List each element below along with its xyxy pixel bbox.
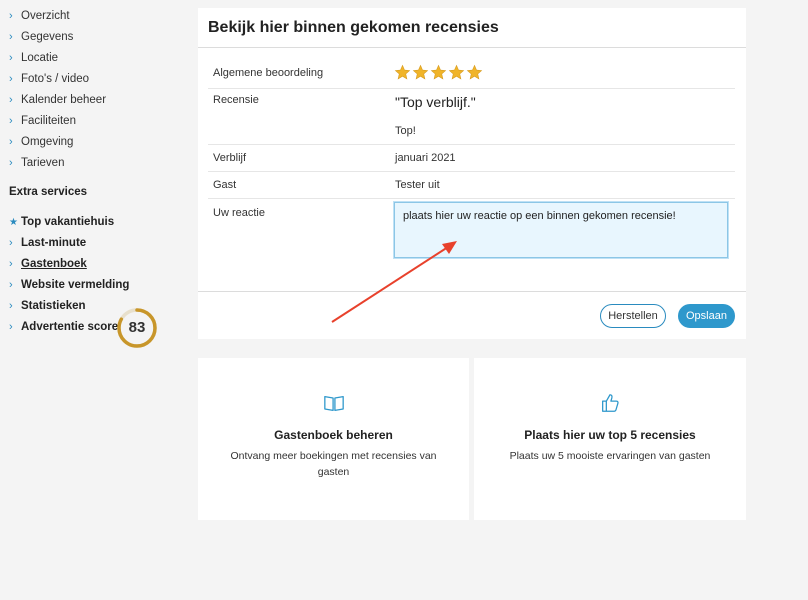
review-title: "Top verblijf." (395, 94, 476, 110)
divider (198, 47, 746, 48)
chevron-right-icon: › (9, 300, 13, 312)
chevron-right-icon: › (9, 73, 13, 85)
chevron-right-icon: › (9, 31, 13, 43)
chevron-right-icon: › (9, 237, 13, 249)
row-divider (208, 198, 735, 199)
divider (198, 291, 746, 292)
sidebar-item-kalender-beheer[interactable]: › Kalender beheer (9, 90, 106, 110)
tile-title: Plaats hier uw top 5 recensies (524, 428, 696, 442)
review-card: Bekijk hier binnen gekomen recensies Alg… (198, 8, 746, 339)
sidebar-item-top-vakantiehuis[interactable]: ★ Top vakantiehuis (9, 212, 114, 232)
chevron-right-icon: › (9, 136, 13, 148)
row-divider (208, 144, 735, 145)
reset-button[interactable]: Herstellen (600, 304, 666, 328)
chevron-right-icon: › (9, 258, 13, 270)
sidebar-item-locatie[interactable]: › Locatie (9, 48, 58, 68)
star-icon (412, 64, 429, 80)
sidebar-item-faciliteiten[interactable]: › Faciliteiten (9, 111, 76, 131)
tile-description: Plaats uw 5 mooiste ervaringen van gaste… (509, 450, 711, 462)
sidebar-item-advertentie-score[interactable]: › Advertentie score (9, 317, 118, 337)
chevron-right-icon: › (9, 52, 13, 64)
rating-label: Algemene beoordeling (213, 67, 324, 79)
sidebar-item-last-minute[interactable]: › Last-minute (9, 233, 86, 253)
star-icon: ★ (9, 217, 18, 228)
thumbs-up-icon (602, 394, 619, 412)
score-value: 83 (128, 319, 146, 336)
page-title: Bekijk hier binnen gekomen recensies (208, 19, 499, 36)
sidebar-item-tarieven[interactable]: › Tarieven (9, 153, 64, 173)
rating-stars (394, 64, 484, 86)
save-button[interactable]: Opslaan (678, 304, 735, 328)
reply-textarea[interactable]: plaats hier uw reactie op een binnen gek… (394, 202, 728, 258)
star-icon (430, 64, 447, 80)
sidebar-item-gegevens[interactable]: › Gegevens (9, 27, 73, 47)
sidebar-item-fotos-video[interactable]: › Foto's / video (9, 69, 89, 89)
stay-label: Verblijf (213, 152, 247, 164)
star-icon (394, 64, 411, 80)
chevron-right-icon: › (9, 157, 13, 169)
sidebar-item-omgeving[interactable]: › Omgeving (9, 132, 73, 152)
review-text: Top! (395, 125, 416, 137)
chevron-right-icon: › (9, 10, 13, 22)
chevron-right-icon: › (9, 321, 13, 333)
chevron-right-icon: › (9, 94, 13, 106)
sidebar-item-website-vermelding[interactable]: › Website vermelding (9, 275, 129, 295)
sidebar-item-statistieken[interactable]: › Statistieken (9, 296, 86, 316)
tile-title: Gastenboek beheren (274, 428, 393, 442)
sidebar-item-gastenboek[interactable]: › Gastenboek (9, 254, 87, 274)
stay-value: januari 2021 (395, 152, 456, 164)
tile-top-5-recensies[interactable]: Plaats hier uw top 5 recensies Plaats uw… (474, 358, 746, 520)
row-divider (208, 171, 735, 172)
guest-label: Gast (213, 179, 237, 191)
star-icon (448, 64, 465, 80)
book-icon (323, 395, 344, 411)
reply-label: Uw reactie (213, 207, 265, 219)
row-divider (208, 88, 735, 89)
chevron-right-icon: › (9, 279, 13, 291)
star-icon (466, 64, 483, 80)
extra-services-heading: Extra services (9, 186, 88, 198)
sidebar-item-overzicht[interactable]: › Overzicht (9, 6, 70, 26)
guest-value: Tester uit (395, 179, 440, 191)
review-label: Recensie (213, 94, 259, 106)
tile-description: Ontvang meer boekingen met recensies van… (230, 450, 437, 478)
chevron-right-icon: › (9, 115, 13, 127)
advertentie-score-gauge[interactable]: 83 (116, 307, 158, 349)
tile-gastenboek-beheren[interactable]: Gastenboek beheren Ontvang meer boekinge… (198, 358, 469, 520)
